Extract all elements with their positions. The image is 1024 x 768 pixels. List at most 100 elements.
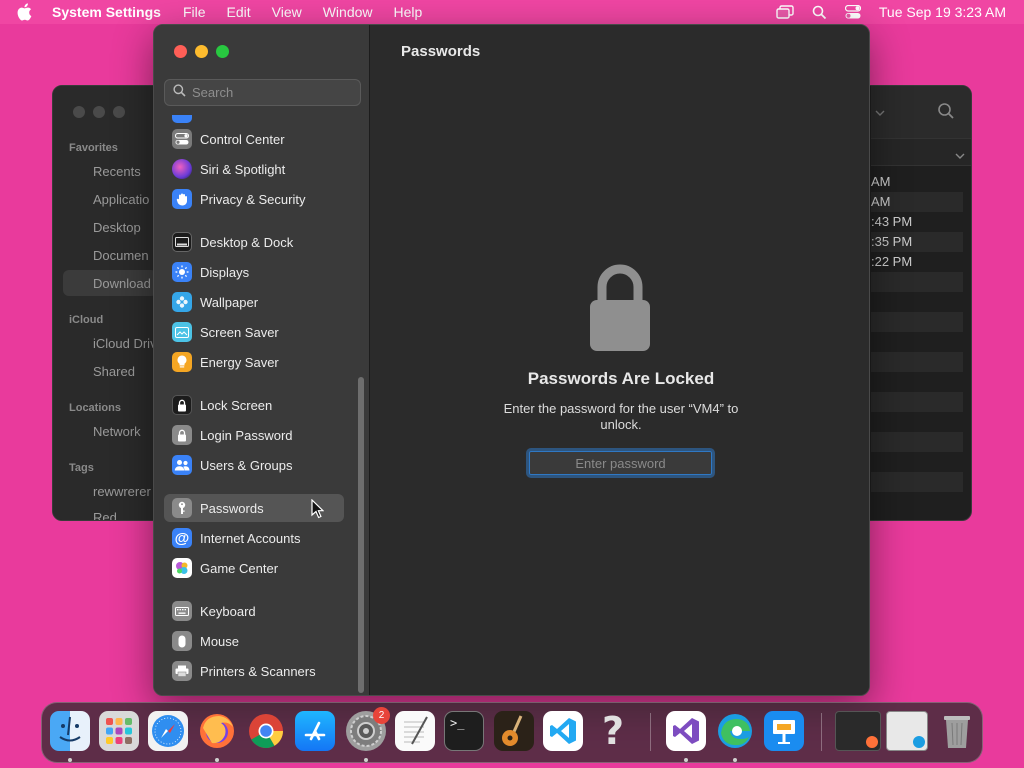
- dock-safari-icon[interactable]: [148, 711, 188, 751]
- sidebar-item-siri-spotlight[interactable]: Siri & Spotlight: [164, 155, 344, 183]
- search-field[interactable]: [164, 79, 361, 106]
- finder-row[interactable]: :35 PM: [871, 232, 963, 252]
- dock-visual-studio-icon[interactable]: [666, 711, 706, 751]
- dock-trash-icon[interactable]: [937, 711, 977, 751]
- dock-running-indicator: [733, 758, 737, 762]
- sidebar-item-game-center[interactable]: Game Center: [164, 554, 344, 582]
- finder-locations-header: Locations: [69, 402, 121, 414]
- dock-edge-icon[interactable]: [715, 711, 755, 751]
- search-icon: [173, 83, 186, 102]
- dock-help-icon[interactable]: ?: [593, 711, 633, 751]
- apple-menu-icon[interactable]: [16, 0, 38, 24]
- hand-icon: [172, 189, 192, 209]
- finder-sidebar-item[interactable]: Red: [93, 510, 117, 520]
- sidebar-item-mouse[interactable]: Mouse: [164, 627, 344, 655]
- edge-badge-icon: [913, 736, 925, 748]
- screen-saver-icon: [172, 322, 192, 342]
- dock-launchpad-icon[interactable]: [99, 711, 139, 751]
- sidebar-item-label: Lock Screen: [200, 397, 273, 413]
- dock-icon: [172, 232, 192, 252]
- finder-sidebar: Favorites Recents Applicatio Desktop Doc…: [53, 86, 157, 520]
- dock-finder-icon[interactable]: [50, 711, 90, 751]
- sidebar-item-login-password[interactable]: Login Password: [164, 421, 344, 449]
- screen-mirroring-icon[interactable]: [776, 5, 794, 19]
- sun-icon: [172, 262, 192, 282]
- sidebar-item-internet-accounts[interactable]: @ Internet Accounts: [164, 524, 344, 552]
- view-menu[interactable]: View: [272, 0, 302, 24]
- window-menu[interactable]: Window: [323, 0, 373, 24]
- sidebar-item-screen-saver[interactable]: Screen Saver: [164, 318, 344, 346]
- finder-sidebar-item[interactable]: Download: [93, 276, 151, 291]
- sidebar-item-keyboard[interactable]: Keyboard: [164, 597, 344, 625]
- system-settings-window: Control Center Siri & Spotlight Privacy …: [153, 24, 870, 696]
- finder-sidebar-item[interactable]: iCloud Driv: [93, 336, 157, 351]
- finder-sidebar-item[interactable]: Recents: [93, 164, 141, 179]
- spotlight-search-icon[interactable]: [812, 5, 827, 20]
- file-menu[interactable]: File: [183, 0, 206, 24]
- finder-row-empty: [871, 472, 963, 492]
- dock-keynote-icon[interactable]: [764, 711, 804, 751]
- edit-menu[interactable]: Edit: [227, 0, 251, 24]
- finder-sidebar-item[interactable]: Applicatio: [93, 192, 149, 207]
- finder-sidebar-item[interactable]: Shared: [93, 364, 135, 379]
- finder-icloud-header: iCloud: [69, 314, 104, 326]
- dock-chrome-icon[interactable]: [246, 711, 286, 751]
- sidebar-scrollbar-thumb[interactable]: [358, 377, 364, 693]
- sidebar-scrollbar[interactable]: [357, 377, 365, 693]
- dock-running-indicator: [215, 758, 219, 762]
- control-center-menu-icon[interactable]: [844, 5, 861, 19]
- close-button[interactable]: [174, 45, 187, 58]
- finder-row[interactable]: AM: [871, 172, 963, 192]
- finder-sidebar-item[interactable]: Network: [93, 424, 141, 439]
- dock-app-store-icon[interactable]: [295, 711, 335, 751]
- control-center-icon: [172, 129, 192, 149]
- zoom-button[interactable]: [216, 45, 229, 58]
- finder-sidebar-item[interactable]: rewwrerer: [93, 484, 151, 499]
- sidebar-item-label: Desktop & Dock: [200, 234, 294, 250]
- sidebar-item-lock-screen[interactable]: Lock Screen: [164, 391, 344, 419]
- sidebar-item-desktop-dock[interactable]: Desktop & Dock: [164, 228, 344, 256]
- dock-running-indicator: [68, 758, 72, 762]
- sidebar-item-energy-saver[interactable]: Energy Saver: [164, 348, 344, 376]
- sidebar-item-printers-scanners[interactable]: Printers & Scanners: [164, 657, 344, 685]
- finder-row[interactable]: :43 PM: [871, 212, 963, 232]
- finder-sidebar-item[interactable]: Desktop: [93, 220, 141, 235]
- finder-row[interactable]: AM: [871, 192, 963, 212]
- lock-icon: [588, 263, 652, 358]
- dock-textedit-icon[interactable]: [395, 711, 435, 751]
- help-menu[interactable]: Help: [394, 0, 423, 24]
- dock-minimized-window-1[interactable]: [835, 711, 881, 751]
- sidebar-item-privacy-security[interactable]: Privacy & Security: [164, 185, 344, 213]
- sidebar-item-label: Energy Saver: [200, 354, 279, 370]
- dock-system-settings-icon[interactable]: 2: [346, 707, 390, 751]
- dock-minimized-window-2[interactable]: [886, 711, 928, 751]
- search-input[interactable]: [192, 85, 352, 100]
- firefox-badge-icon: [866, 736, 878, 748]
- partial-icon: [172, 115, 192, 123]
- question-mark-glyph: ?: [601, 709, 625, 753]
- sidebar-item-control-center[interactable]: Control Center: [164, 125, 344, 153]
- sidebar-item-wallpaper[interactable]: Wallpaper: [164, 288, 344, 316]
- dock-garageband-icon[interactable]: [494, 711, 534, 751]
- finder-row[interactable]: :22 PM: [871, 252, 963, 272]
- sidebar-item-label: Passwords: [200, 500, 264, 516]
- chevron-down-icon[interactable]: [955, 147, 965, 165]
- chevron-down-icon[interactable]: [875, 104, 885, 122]
- keyboard-icon: [172, 601, 192, 621]
- sidebar-item-label: Mouse: [200, 633, 240, 649]
- dock-vscode-icon[interactable]: [543, 711, 583, 751]
- sidebar-item-users-groups[interactable]: Users & Groups: [164, 451, 344, 479]
- minimize-button[interactable]: [195, 45, 208, 58]
- dock-terminal-icon[interactable]: >_: [444, 711, 484, 751]
- password-field[interactable]: [526, 448, 715, 478]
- at-glyph: @: [174, 529, 190, 547]
- finder-search-icon[interactable]: [937, 102, 955, 125]
- finder-column-header: [871, 138, 971, 166]
- dock-firefox-icon[interactable]: [197, 711, 237, 751]
- finder-sidebar-item[interactable]: Documen: [93, 248, 149, 263]
- sidebar-item-label: Users & Groups: [200, 457, 293, 473]
- menu-clock[interactable]: Tue Sep 19 3:23 AM: [879, 4, 1006, 20]
- sidebar-item-displays[interactable]: Displays: [164, 258, 344, 286]
- app-menu[interactable]: System Settings: [52, 4, 161, 20]
- mouse-icon: [172, 631, 192, 651]
